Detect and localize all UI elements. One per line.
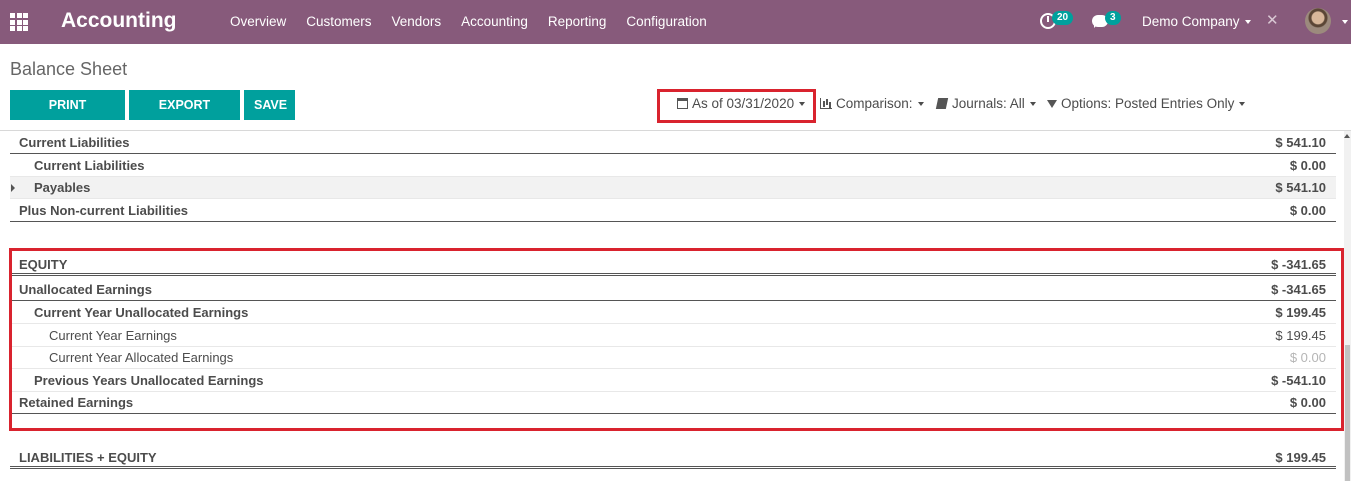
user-avatar[interactable] bbox=[1305, 8, 1331, 34]
main-menu: Overview Customers Vendors Accounting Re… bbox=[220, 0, 717, 44]
print-preview-button[interactable]: PRINT PREVIEW bbox=[10, 90, 125, 142]
chevron-down-icon bbox=[1239, 102, 1246, 107]
book-icon bbox=[935, 98, 949, 109]
options-filter[interactable]: Options: Posted Entries Only bbox=[1047, 96, 1246, 111]
row-label: LIABILITIES + EQUITY bbox=[19, 450, 157, 465]
scroll-up-arrow-icon[interactable] bbox=[1344, 134, 1350, 138]
journals-filter[interactable]: Journals: All bbox=[935, 96, 1036, 111]
options-filter-label: Options: Posted Entries Only bbox=[1061, 96, 1235, 111]
menu-vendors[interactable]: Vendors bbox=[382, 0, 452, 44]
apps-menu-icon[interactable] bbox=[10, 13, 28, 31]
row-label: Current Liabilities bbox=[34, 158, 145, 173]
export-xlsx-button[interactable]: EXPORT (XLSX) bbox=[129, 90, 240, 142]
save-button[interactable]: SAVE bbox=[244, 90, 295, 120]
row-value: $ 541.10 bbox=[1275, 180, 1326, 195]
app-name: Accounting bbox=[61, 9, 177, 32]
row-label: Payables bbox=[34, 180, 91, 195]
report-row[interactable]: Current Liabilities $ 541.10 bbox=[10, 132, 1336, 154]
journals-filter-label: Journals: All bbox=[952, 96, 1025, 111]
chevron-down-icon bbox=[917, 102, 924, 107]
top-navbar: Accounting Overview Customers Vendors Ac… bbox=[0, 0, 1351, 44]
row-value: $ 0.00 bbox=[1289, 158, 1326, 173]
menu-reporting[interactable]: Reporting bbox=[538, 0, 617, 44]
debug-tools-icon[interactable]: ✕ bbox=[1266, 13, 1280, 28]
filter-icon bbox=[1047, 100, 1057, 108]
scrollbar-thumb[interactable] bbox=[1345, 345, 1350, 481]
bar-chart-icon bbox=[820, 98, 832, 109]
chevron-down-icon[interactable] bbox=[1342, 20, 1348, 24]
menu-configuration[interactable]: Configuration bbox=[616, 0, 716, 44]
menu-customers[interactable]: Customers bbox=[296, 0, 381, 44]
report-row[interactable]: Current Liabilities $ 0.00 bbox=[10, 155, 1336, 177]
company-switcher[interactable]: Demo Company bbox=[1142, 0, 1251, 44]
expand-caret-icon[interactable] bbox=[11, 184, 15, 192]
company-name: Demo Company bbox=[1142, 14, 1240, 29]
report-row[interactable]: Plus Non-current Liabilities $ 0.00 bbox=[10, 200, 1336, 222]
equity-section-highlight bbox=[9, 248, 1344, 431]
row-label: Current Liabilities bbox=[19, 135, 130, 150]
control-panel-divider bbox=[0, 130, 1351, 131]
menu-accounting[interactable]: Accounting bbox=[451, 0, 538, 44]
row-label: Plus Non-current Liabilities bbox=[19, 203, 189, 218]
page-title: Balance Sheet bbox=[10, 59, 128, 79]
chevron-down-icon bbox=[1029, 102, 1036, 107]
row-value: $ 0.00 bbox=[1289, 203, 1326, 218]
comparison-filter[interactable]: Comparison: bbox=[820, 96, 924, 111]
report-row-total[interactable]: LIABILITIES + EQUITY $ 199.45 bbox=[10, 447, 1336, 469]
menu-overview[interactable]: Overview bbox=[220, 0, 296, 44]
row-value: $ 199.45 bbox=[1275, 450, 1326, 465]
message-count-badge: 3 bbox=[1105, 11, 1121, 25]
activity-count-badge: 20 bbox=[1052, 11, 1074, 25]
comparison-filter-label: Comparison: bbox=[836, 96, 913, 111]
row-value: $ 541.10 bbox=[1275, 135, 1326, 150]
report-row-payables[interactable]: Payables $ 541.10 bbox=[10, 177, 1336, 199]
date-filter-highlight bbox=[657, 89, 816, 123]
chevron-down-icon bbox=[1244, 20, 1251, 25]
